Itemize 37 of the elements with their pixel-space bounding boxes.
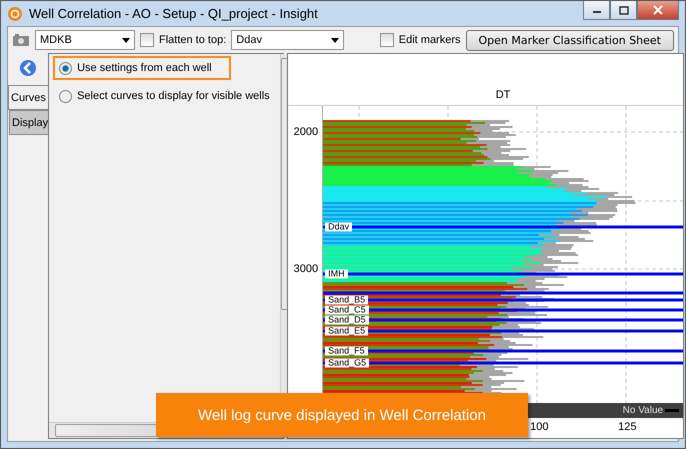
legend-swatch-icon <box>665 409 680 412</box>
marker-label: Sand_F5 <box>325 346 368 356</box>
marker-sheet-button[interactable]: Open Marker Classification Sheet <box>466 30 674 50</box>
curve-title: DT <box>496 89 510 101</box>
flatten-label: Flatten to top: <box>159 34 226 46</box>
app-logo-icon <box>7 6 23 22</box>
legend-label: No Value <box>622 405 664 416</box>
camera-icon[interactable] <box>12 33 30 47</box>
radio-option[interactable]: Select curves to display for visible wells <box>53 84 276 108</box>
depth-label: 2000 <box>294 126 318 138</box>
caption-tooltip: Well log curve displayed in Well Correlation <box>156 393 528 437</box>
edit-markers-checkbox[interactable] <box>380 33 394 47</box>
depth-reference-dropdown[interactable]: MDKB <box>35 30 135 50</box>
marker-label: Ddav <box>325 222 352 232</box>
caret-icon <box>331 38 340 42</box>
side-tab[interactable]: Display <box>9 110 48 135</box>
flatten-top-dropdown[interactable]: Ddav <box>231 30 344 50</box>
caret-icon <box>122 38 130 42</box>
maximize-icon <box>618 6 628 14</box>
scale-label: 125 <box>618 421 636 433</box>
close-button[interactable] <box>637 1 679 20</box>
depth-label: 3000 <box>294 263 318 275</box>
scale-label: 100 <box>530 421 548 433</box>
edit-markers-label: Edit markers <box>398 34 461 46</box>
marker-label: Sand_C5 <box>325 306 369 314</box>
flatten-checkbox[interactable] <box>140 33 154 47</box>
maximize-button[interactable] <box>610 1 637 20</box>
marker-label: Sand_D5 <box>325 316 369 324</box>
marker-label: Sand_B5 <box>325 296 368 304</box>
marker-label: IMH <box>325 270 348 278</box>
side-tab[interactable]: Curves <box>8 85 48 110</box>
close-icon <box>653 5 663 15</box>
marker-label: Sand_G5 <box>325 358 370 368</box>
radio-option[interactable]: Use settings from each well <box>53 56 232 80</box>
minimize-button[interactable] <box>583 1 610 20</box>
marker-label: Sand_E5 <box>325 326 368 336</box>
window-title: Well Correlation - AO - Setup - QI_project - Insight <box>29 6 319 21</box>
